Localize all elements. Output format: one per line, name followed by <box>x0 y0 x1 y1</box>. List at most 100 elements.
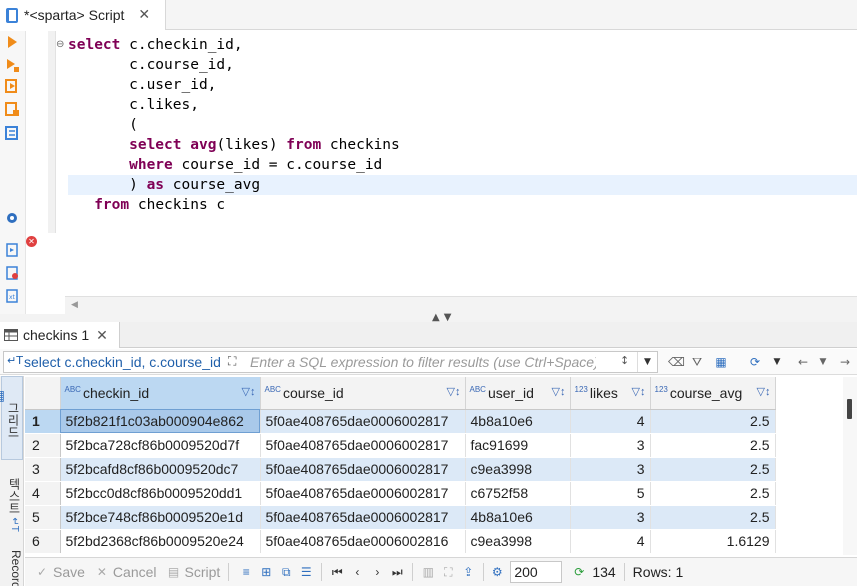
explain-plan-icon[interactable] <box>5 126 19 140</box>
cell-course-avg[interactable]: 1.6129 <box>650 529 776 554</box>
close-icon[interactable]: ✕ <box>138 7 150 23</box>
cell-course-id[interactable]: 5f0ae408765dae0006002816 <box>260 529 466 554</box>
previous-page-icon[interactable]: ‹ <box>350 565 364 579</box>
load-script-icon[interactable] <box>5 243 19 257</box>
last-page-icon[interactable]: ⏭ <box>390 565 404 579</box>
cell-course-id[interactable]: 5f0ae408765dae0006002817 <box>260 457 466 482</box>
settings-gear-icon[interactable] <box>5 211 19 225</box>
script-button[interactable]: ▤ Script <box>167 564 220 580</box>
filter-input[interactable]: ↵T select c.checkin_id, c.course_id ⛶ En… <box>3 351 658 373</box>
close-results-icon[interactable]: ✕ <box>96 327 108 344</box>
cell-likes[interactable]: 5 <box>570 481 651 506</box>
editor-tab-script[interactable]: *<sparta> Script ✕ <box>0 0 166 30</box>
back-arrow-icon[interactable]: ← <box>796 355 810 369</box>
scrollbar-thumb[interactable] <box>847 399 852 419</box>
sql-code[interactable]: select c.checkin_id, c.course_id, c.user… <box>68 35 857 215</box>
code-line[interactable]: select c.checkin_id, <box>68 35 857 55</box>
erase-filter-icon[interactable]: ⌫ <box>668 355 685 369</box>
cell-likes[interactable]: 3 <box>570 505 651 530</box>
cell-course-avg[interactable]: 2.5 <box>650 505 776 530</box>
scroll-left-icon[interactable]: ◀ <box>71 300 78 310</box>
row-number[interactable]: 5 <box>25 505 61 530</box>
column-filter-sort-icon[interactable]: ▽↕ <box>447 385 461 398</box>
cell-likes[interactable]: 3 <box>570 457 651 482</box>
row-number-header[interactable] <box>25 377 61 410</box>
execute-script-new-tab-icon[interactable] <box>5 102 19 116</box>
column-filter-sort-icon[interactable]: ▽↕ <box>632 385 646 398</box>
cell-user-id[interactable]: 4b8a10e6 <box>465 409 571 434</box>
cell-checkin-id[interactable]: 5f2bca728cf86b0009520d7f <box>60 433 261 458</box>
code-line[interactable]: from checkins c <box>68 195 857 215</box>
cell-checkin-id[interactable]: 5f2bd2368cf86b0009520e24 <box>60 529 261 554</box>
table-row[interactable]: 4 5f2bcc0d8cf86b0009520dd1 5f0ae408765dae0… <box>25 481 776 506</box>
text-view-tab[interactable]: 텍스트 ↵T <box>1 468 23 538</box>
delete-row-icon[interactable]: ☰ <box>299 565 313 579</box>
cell-checkin-id[interactable]: 5f2bcc0d8cf86b0009520dd1 <box>60 481 261 506</box>
export-script-icon[interactable]: xt <box>5 289 19 303</box>
editor-horizontal-scrollbar[interactable]: ◀ <box>65 296 857 314</box>
execute-in-new-tab-icon[interactable] <box>5 58 19 72</box>
cell-course-id[interactable]: 5f0ae408765dae0006002817 <box>260 481 466 506</box>
column-header-course-id[interactable]: ABC course_id ▽↕ <box>260 377 466 410</box>
error-marker-icon[interactable]: ✕ <box>26 236 37 247</box>
column-header-user-id[interactable]: ABC user_id ▽↕ <box>465 377 571 410</box>
cell-course-avg[interactable]: 2.5 <box>650 481 776 506</box>
filter-settings-icon[interactable]: ⛛ <box>690 355 704 369</box>
cell-user-id[interactable]: c9ea3998 <box>465 457 571 482</box>
cell-course-id[interactable]: 5f0ae408765dae0006002817 <box>260 505 466 530</box>
results-tab-checkins[interactable]: checkins 1 ✕ <box>0 322 120 348</box>
cell-checkin-id[interactable]: 5f2b821f1c03ab000904e862 <box>60 409 261 434</box>
layout-icon[interactable]: ⛶ <box>441 565 455 579</box>
execute-script-icon[interactable] <box>5 79 19 93</box>
column-filter-sort-icon[interactable]: ▽↕ <box>757 385 771 398</box>
code-line[interactable]: c.user_id, <box>68 75 857 95</box>
execute-statement-icon[interactable] <box>5 35 19 49</box>
code-line[interactable]: where course_id = c.course_id <box>68 155 857 175</box>
save-button[interactable]: ✓ Save <box>35 564 85 580</box>
code-line[interactable]: c.course_id, <box>68 55 857 75</box>
panel-icon[interactable]: ▥ <box>421 565 435 579</box>
record-view-tab[interactable]: Record <box>1 546 23 586</box>
cell-checkin-id[interactable]: 5f2bce748cf86b0009520e1d <box>60 505 261 530</box>
add-row-icon[interactable]: ⊞ <box>259 565 273 579</box>
row-number[interactable]: 6 <box>25 529 61 554</box>
filter-history-dropdown[interactable]: ▼ <box>637 352 657 372</box>
column-header-likes[interactable]: 123 likes ▽↕ <box>570 377 651 410</box>
expand-icon[interactable]: ⛶ <box>228 354 236 369</box>
row-number[interactable]: 4 <box>25 481 61 506</box>
column-filter-sort-icon[interactable]: ▽↕ <box>242 385 256 398</box>
row-number[interactable]: 3 <box>25 457 61 482</box>
cancel-button[interactable]: ✕ Cancel <box>95 564 157 580</box>
refresh-mode-icon[interactable]: ⟳ <box>748 355 762 369</box>
table-row[interactable]: 3 5f2bcafd8cf86b0009520dc7 5f0ae408765dae0… <box>25 457 776 482</box>
row-number[interactable]: 2 <box>25 433 61 458</box>
copy-row-icon[interactable]: ⧉ <box>279 565 293 579</box>
table-row[interactable]: 5 5f2bce748cf86b0009520e1d 5f0ae408765dae0… <box>25 505 776 530</box>
next-page-icon[interactable]: › <box>370 565 384 579</box>
fold-collapse-icon[interactable]: ⊖ <box>56 39 64 50</box>
export-icon[interactable]: ⇪ <box>461 565 475 579</box>
row-number[interactable]: 1 <box>25 409 61 434</box>
refresh-icon[interactable]: ⟳ <box>572 565 586 579</box>
history-icon[interactable]: ↕ <box>620 354 629 367</box>
cell-course-avg[interactable]: 2.5 <box>650 457 776 482</box>
cell-course-id[interactable]: 5f0ae408765dae0006002817 <box>260 409 466 434</box>
fetch-settings-gear-icon[interactable]: ⚙ <box>490 565 504 579</box>
table-row[interactable]: 2 5f2bca728cf86b0009520d7f 5f0ae408765dae0… <box>25 433 776 458</box>
cell-user-id[interactable]: c6752f58 <box>465 481 571 506</box>
grid-vertical-scrollbar[interactable] <box>843 377 857 555</box>
grid-view-tab[interactable]: 그리드 ▦ <box>0 376 23 460</box>
first-page-icon[interactable]: ⏮ <box>330 565 344 579</box>
table-row[interactable]: 6 5f2bd2368cf86b0009520e24 5f0ae408765dae0… <box>25 529 776 554</box>
cell-likes[interactable]: 3 <box>570 433 651 458</box>
code-line[interactable]: select avg(likes) from checkins <box>68 135 857 155</box>
cell-user-id[interactable]: fac91699 <box>465 433 571 458</box>
cell-user-id[interactable]: c9ea3998 <box>465 529 571 554</box>
forward-arrow-icon[interactable]: → <box>838 355 852 369</box>
cell-course-id[interactable]: 5f0ae408765dae0006002817 <box>260 433 466 458</box>
edit-row-icon[interactable]: ≡ <box>239 565 253 579</box>
cell-course-avg[interactable]: 2.5 <box>650 409 776 434</box>
code-line[interactable]: ( <box>68 115 857 135</box>
column-header-course-avg[interactable]: 123 course_avg ▽↕ <box>650 377 776 410</box>
cell-checkin-id[interactable]: 5f2bcafd8cf86b0009520dc7 <box>60 457 261 482</box>
